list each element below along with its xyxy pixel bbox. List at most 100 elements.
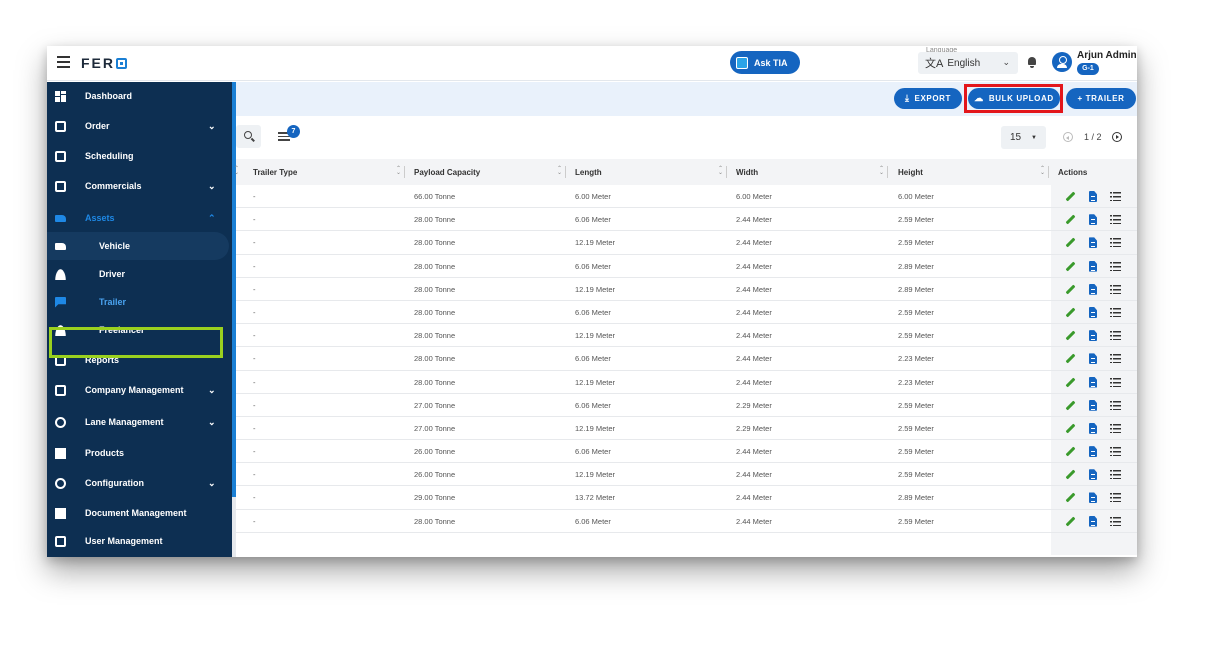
details-list-icon[interactable]: [1110, 377, 1121, 388]
sort-icon[interactable]: ⌃ ⌄: [557, 166, 562, 176]
column-header-width[interactable]: Width: [736, 159, 758, 185]
document-icon[interactable]: [1088, 446, 1099, 457]
edit-icon[interactable]: [1065, 237, 1076, 248]
table-row[interactable]: - 28.00 Tonne 6.06 Meter 2.44 Meter 2.59 Met…: [236, 208, 1137, 232]
table-row[interactable]: - 28.00 Tonne 6.06 Meter 2.44 Meter 2.59 Met…: [236, 301, 1137, 325]
add-trailer-button[interactable]: + TRAILER: [1066, 88, 1136, 109]
export-button[interactable]: ⤓ EXPORT: [894, 88, 962, 109]
column-header-payload-capacity[interactable]: Payload Capacity: [414, 159, 480, 185]
table-row[interactable]: - 29.00 Tonne 13.72 Meter 2.44 Meter 2.89 Me…: [236, 486, 1137, 510]
table-row[interactable]: - 27.00 Tonne 6.06 Meter 2.29 Meter 2.59 Met…: [236, 394, 1137, 417]
table-row[interactable]: - 28.00 Tonne 6.06 Meter 2.44 Meter 2.23 Met…: [236, 347, 1137, 371]
table-row[interactable]: - 28.00 Tonne 6.06 Meter 2.44 Meter 2.89 Met…: [236, 255, 1137, 278]
sidebar-item-company-management[interactable]: Company Management ⌄: [47, 376, 232, 404]
edit-icon[interactable]: [1065, 284, 1076, 295]
sidebar-item-assets[interactable]: Assets ⌃: [47, 204, 232, 232]
edit-icon[interactable]: [1065, 446, 1076, 457]
document-icon[interactable]: [1088, 191, 1099, 202]
document-icon[interactable]: [1088, 400, 1099, 411]
document-icon[interactable]: [1088, 214, 1099, 225]
sidebar-item-dashboard[interactable]: Dashboard: [47, 82, 232, 110]
document-icon[interactable]: [1088, 307, 1099, 318]
sidebar-item-order[interactable]: Order ⌄: [47, 112, 232, 140]
edit-icon[interactable]: [1065, 307, 1076, 318]
edit-icon[interactable]: [1065, 353, 1076, 364]
document-icon[interactable]: [1088, 469, 1099, 480]
details-list-icon[interactable]: [1110, 516, 1121, 527]
sort-icon[interactable]: ⌃ ⌄: [1040, 166, 1045, 176]
sidebar-item-commercials[interactable]: Commercials ⌄: [47, 172, 232, 200]
sidebar-item-trailer[interactable]: Trailer: [47, 288, 232, 316]
table-row[interactable]: - 28.00 Tonne 12.19 Meter 2.44 Meter 2.59 Me…: [236, 324, 1137, 348]
ask-tia-button[interactable]: Ask TIA: [730, 51, 800, 74]
table-row[interactable]: - 28.00 Tonne 12.19 Meter 2.44 Meter 2.23 Me…: [236, 371, 1137, 394]
column-header-length[interactable]: Length: [575, 159, 602, 185]
sort-icon[interactable]: ⌃ ⌄: [718, 166, 723, 176]
details-list-icon[interactable]: [1110, 423, 1121, 434]
table-row[interactable]: - 28.00 Tonne 6.06 Meter 2.44 Meter 2.59 Met…: [236, 510, 1137, 533]
table-cell: 2.44 Meter: [736, 331, 772, 341]
document-icon[interactable]: [1088, 516, 1099, 527]
avatar[interactable]: [1052, 52, 1072, 72]
previous-page-icon[interactable]: [1063, 132, 1073, 142]
bell-icon[interactable]: [1027, 57, 1037, 68]
sidebar-item-driver[interactable]: Driver: [47, 260, 232, 288]
sort-icon[interactable]: ⌃ ⌄: [396, 166, 401, 176]
details-list-icon[interactable]: [1110, 261, 1121, 272]
table-cell: 2.44 Meter: [736, 354, 772, 364]
lane-icon: [55, 416, 66, 428]
document-icon[interactable]: [1088, 261, 1099, 272]
details-list-icon[interactable]: [1110, 214, 1121, 225]
table-row[interactable]: - 28.00 Tonne 12.19 Meter 2.44 Meter 2.89 Me…: [236, 278, 1137, 301]
document-icon[interactable]: [1088, 330, 1099, 341]
sort-icon[interactable]: ⌃ ⌄: [879, 166, 884, 176]
edit-icon[interactable]: [1065, 423, 1076, 434]
document-icon[interactable]: [1088, 353, 1099, 364]
edit-icon[interactable]: [1065, 492, 1076, 503]
document-icon[interactable]: [1088, 284, 1099, 295]
table-row[interactable]: - 27.00 Tonne 12.19 Meter 2.29 Meter 2.59 Me…: [236, 417, 1137, 441]
table-row[interactable]: - 66.00 Tonne 6.00 Meter 6.00 Meter 6.00 Met…: [236, 185, 1137, 209]
document-icon[interactable]: [1088, 423, 1099, 434]
details-list-icon[interactable]: [1110, 446, 1121, 457]
edit-icon[interactable]: [1065, 214, 1076, 225]
details-list-icon[interactable]: [1110, 191, 1121, 202]
details-list-icon[interactable]: [1110, 353, 1121, 364]
sidebar-item-document-management[interactable]: Document Management: [47, 499, 232, 527]
sidebar-item-lane-management[interactable]: Lane Management ⌄: [47, 408, 232, 436]
edit-icon[interactable]: [1065, 330, 1076, 341]
edit-icon[interactable]: [1065, 400, 1076, 411]
table-row[interactable]: - 28.00 Tonne 12.19 Meter 2.44 Meter 2.59 Me…: [236, 231, 1137, 255]
document-icon[interactable]: [1088, 492, 1099, 503]
column-header-height[interactable]: Height: [898, 159, 923, 185]
details-list-icon[interactable]: [1110, 492, 1121, 503]
table-row[interactable]: - 26.00 Tonne 6.06 Meter 2.44 Meter 2.59 Met…: [236, 440, 1137, 464]
details-list-icon[interactable]: [1110, 284, 1121, 295]
sidebar-item-scheduling[interactable]: Scheduling: [47, 142, 232, 170]
details-list-icon[interactable]: [1110, 400, 1121, 411]
language-select[interactable]: 文A English ⌄: [918, 52, 1018, 74]
details-list-icon[interactable]: [1110, 237, 1121, 248]
sidebar-item-user-management[interactable]: User Management: [47, 527, 232, 555]
edit-icon[interactable]: [1065, 261, 1076, 272]
sidebar-item-vehicle[interactable]: Vehicle: [47, 232, 229, 260]
details-list-icon[interactable]: [1110, 469, 1121, 480]
next-page-icon[interactable]: [1112, 132, 1122, 142]
details-list-icon[interactable]: [1110, 307, 1121, 318]
sidebar-item-products[interactable]: Products: [47, 439, 232, 467]
menu-icon[interactable]: [57, 56, 70, 68]
search-icon[interactable]: [236, 125, 261, 148]
sidebar-item-configuration[interactable]: Configuration ⌄: [47, 469, 232, 497]
table-row[interactable]: - 26.00 Tonne 12.19 Meter 2.44 Meter 2.59 Me…: [236, 463, 1137, 487]
page-size-select[interactable]: 15 ▼: [1001, 126, 1046, 149]
sort-icon[interactable]: ⌃ ⌄: [234, 166, 239, 176]
document-icon[interactable]: [1088, 377, 1099, 388]
table-header: ⌃ ⌄ Trailer Type ⌃ ⌄ Payload Capacity ⌃ ⌄ L…: [234, 159, 1137, 185]
edit-icon[interactable]: [1065, 516, 1076, 527]
edit-icon[interactable]: [1065, 377, 1076, 388]
edit-icon[interactable]: [1065, 469, 1076, 480]
document-icon[interactable]: [1088, 237, 1099, 248]
edit-icon[interactable]: [1065, 191, 1076, 202]
details-list-icon[interactable]: [1110, 330, 1121, 341]
column-header-trailer-type[interactable]: Trailer Type: [253, 159, 297, 185]
